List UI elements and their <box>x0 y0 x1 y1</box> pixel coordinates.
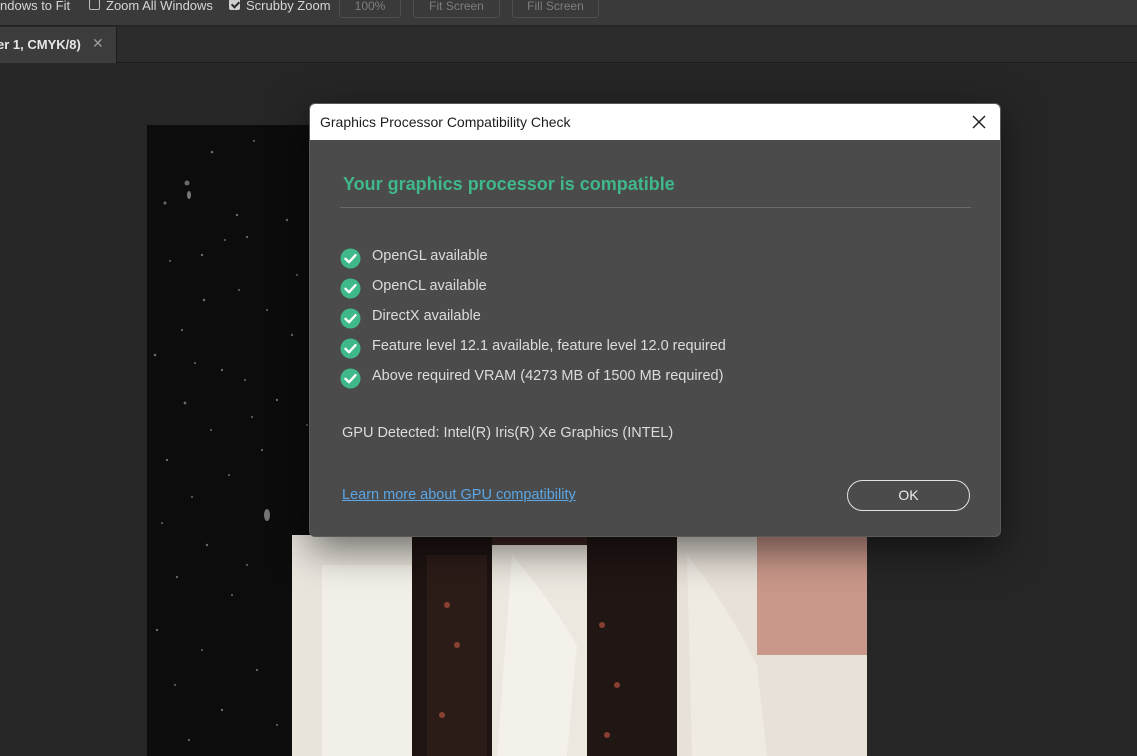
check-circle-icon <box>340 368 361 389</box>
check-label: OpenCL available <box>372 278 487 294</box>
heading-divider <box>340 207 971 208</box>
scrubby-zoom-label[interactable]: Scrubby Zoom <box>246 0 331 14</box>
zoom-100-button[interactable]: 100% <box>339 0 401 18</box>
check-label: DirectX available <box>372 308 481 324</box>
scrubby-zoom-checkbox[interactable] <box>229 0 240 10</box>
document-tab-label: er 1, CMYK/8) <box>0 37 81 52</box>
dialog-titlebar[interactable]: Graphics Processor Compatibility Check <box>310 104 1000 140</box>
check-item-vram: Above required VRAM (4273 MB of 1500 MB … <box>340 366 980 389</box>
document-tab[interactable]: er 1, CMYK/8) ✕ <box>0 27 117 63</box>
learn-more-link[interactable]: Learn more about GPU compatibility <box>342 487 576 503</box>
check-label: Feature level 12.1 available, feature le… <box>372 338 726 354</box>
close-icon[interactable]: ✕ <box>92 35 104 52</box>
zoom-all-windows-checkbox[interactable] <box>89 0 100 10</box>
dialog-close-button[interactable] <box>958 104 1000 140</box>
check-item-feature-level: Feature level 12.1 available, feature le… <box>340 336 980 359</box>
compatibility-heading: Your graphics processor is compatible <box>343 174 675 194</box>
options-bar: ndows to Fit Zoom All Windows Scrubby Zo… <box>0 0 1137 26</box>
close-icon <box>972 115 986 129</box>
check-circle-icon <box>340 278 361 299</box>
check-item-opengl: OpenGL available <box>340 246 980 269</box>
check-item-opencl: OpenCL available <box>340 276 980 299</box>
check-item-directx: DirectX available <box>340 306 980 329</box>
ok-button[interactable]: OK <box>847 480 970 511</box>
check-label: Above required VRAM (4273 MB of 1500 MB … <box>372 368 724 384</box>
zoom-all-windows-label[interactable]: Zoom All Windows <box>106 0 213 14</box>
document-tab-bar: er 1, CMYK/8) ✕ <box>0 27 1137 63</box>
resize-windows-label[interactable]: ndows to Fit <box>0 0 70 14</box>
check-circle-icon <box>340 308 361 329</box>
check-circle-icon <box>340 338 361 359</box>
fit-screen-button[interactable]: Fit Screen <box>413 0 500 18</box>
dialog-title: Graphics Processor Compatibility Check <box>320 114 571 130</box>
gpu-detected-text: GPU Detected: Intel(R) Iris(R) Xe Graphi… <box>342 425 674 441</box>
check-label: OpenGL available <box>372 248 488 264</box>
gpu-compatibility-dialog: Graphics Processor Compatibility Check Y… <box>309 103 1001 537</box>
check-circle-icon <box>340 248 361 269</box>
fill-screen-button[interactable]: Fill Screen <box>512 0 599 18</box>
